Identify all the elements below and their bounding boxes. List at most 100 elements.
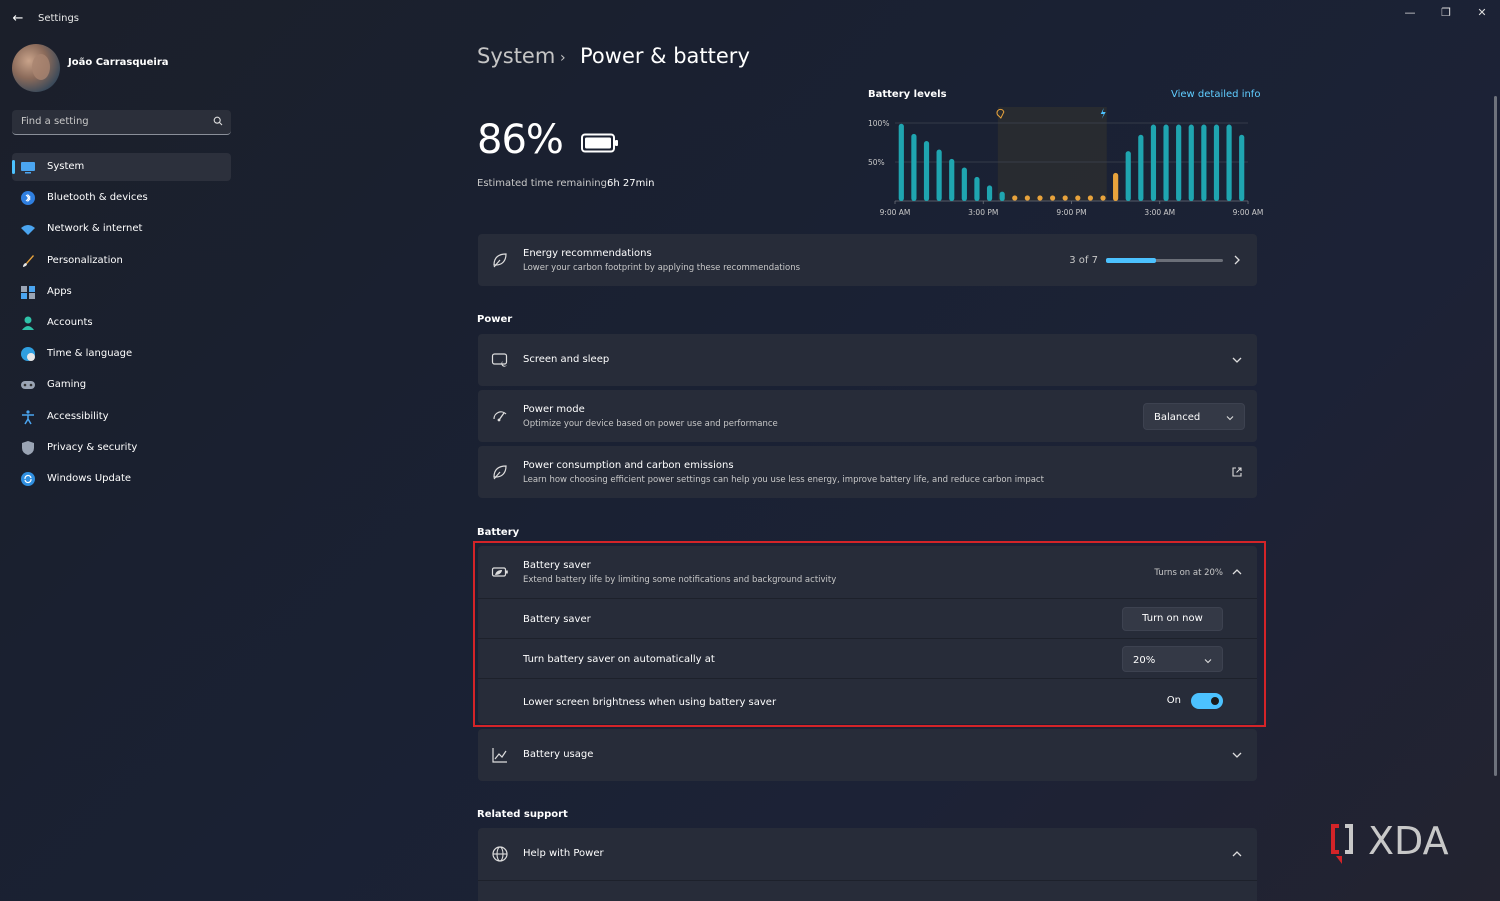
accessibility-icon (22, 409, 34, 424)
sidebar-item-accessibility[interactable]: Accessibility (12, 403, 231, 431)
brush-icon (23, 254, 34, 267)
chevron-down-icon (1232, 357, 1242, 363)
gamepad-icon (21, 381, 35, 390)
chart-bar (936, 149, 942, 201)
sidebar-item-apps[interactable]: Apps (12, 278, 231, 306)
bluetooth-icon (21, 191, 35, 206)
search-icon[interactable] (213, 116, 223, 126)
sidebar-item-label: Apps (47, 285, 72, 297)
power-mode-title: Power mode (523, 404, 585, 415)
power-mode-value: Balanced (1154, 412, 1201, 423)
chart-bar (1125, 151, 1131, 201)
sidebar-item-label: System (47, 161, 85, 172)
chevron-right-icon (1234, 255, 1240, 265)
power-consumption-title: Power consumption and carbon emissions (523, 460, 734, 471)
update-icon (21, 472, 35, 486)
screen-and-sleep-card[interactable]: Screen and sleep (478, 334, 1257, 386)
sidebar-item-label: Privacy & security (47, 441, 138, 453)
sidebar-item-label: Bluetooth & devices (47, 192, 148, 204)
power-consumption-subtitle: Learn how choosing efficient power setti… (523, 475, 1044, 485)
close-button[interactable]: ✕ (1470, 5, 1494, 21)
power-mode-subtitle: Optimize your device based on power use … (523, 419, 778, 429)
divider (478, 880, 1257, 881)
chart-bar (911, 133, 917, 201)
scrollbar[interactable] (1494, 96, 1497, 776)
chevron-down-icon (1232, 752, 1242, 758)
sidebar-item-label: Accounts (47, 317, 93, 328)
external-link-icon (1232, 467, 1242, 477)
y-tick-label: 50% (868, 158, 885, 167)
sidebar-item-windows-update[interactable]: Windows Update (12, 465, 231, 493)
power-consumption-card[interactable]: Power consumption and carbon emissions L… (478, 446, 1257, 498)
sidebar-item-bluetooth-devices[interactable]: Bluetooth & devices (12, 184, 231, 212)
apps-icon (21, 285, 35, 299)
back-arrow-icon[interactable]: ← (10, 11, 26, 27)
chart-title: Battery levels (868, 89, 947, 100)
sidebar-item-network-internet[interactable]: Network & internet (12, 215, 231, 243)
highlight-box (473, 541, 1266, 727)
x-tick-label: 3:00 AM (1144, 208, 1175, 217)
x-tick-label: 3:00 PM (968, 208, 998, 217)
chart-bar (1113, 172, 1119, 201)
chevron-down-icon (1226, 416, 1234, 421)
globe-clock-icon (21, 347, 35, 362)
leaf-icon (493, 465, 507, 480)
wifi-icon (21, 225, 35, 236)
user-name[interactable]: João Carrasqueira (68, 57, 169, 68)
chevron-up-icon (1232, 851, 1242, 857)
screen-sleep-title: Screen and sleep (523, 354, 610, 365)
sidebar-item-label: Network & internet (47, 223, 143, 235)
recommendations-progress-fill (1106, 258, 1157, 263)
x-tick-label: 9:00 PM (1056, 208, 1086, 217)
chart-bar (1163, 124, 1169, 201)
title-bar: ← Settings — ❐ ✕ (0, 0, 1500, 36)
y-tick-label: 100% (868, 119, 889, 128)
estimated-time-label: Estimated time remaining: (477, 178, 611, 189)
minimize-button[interactable]: — (1398, 5, 1422, 21)
search-input[interactable]: Find a setting (12, 110, 231, 135)
view-detailed-info-link[interactable]: View detailed info (1171, 89, 1260, 100)
power-mode-card: Power mode Optimize your device based on… (478, 390, 1257, 442)
page-title: Power & battery (580, 44, 750, 68)
chart-bar (1188, 124, 1194, 201)
chart-bar (974, 176, 980, 201)
chart-bar (1075, 195, 1081, 201)
sidebar-item-label: Accessibility (47, 410, 109, 422)
active-indicator (12, 160, 15, 174)
battery-section-heading: Battery (477, 527, 520, 538)
leaf-icon (493, 253, 507, 268)
search-placeholder: Find a setting (21, 116, 89, 127)
sidebar-item-gaming[interactable]: Gaming (12, 371, 231, 399)
sidebar-item-system[interactable]: System (12, 153, 231, 181)
restore-button[interactable]: ❐ (1434, 5, 1458, 21)
estimated-time-value: 6h 27min (607, 178, 655, 189)
breadcrumb-system[interactable]: System (477, 44, 555, 68)
avatar[interactable] (12, 44, 60, 92)
chart-bar (1176, 124, 1182, 201)
energy-title: Energy recommendations (523, 248, 652, 259)
shield-icon (22, 440, 34, 455)
energy-subtitle: Lower your carbon footprint by applying … (523, 263, 801, 273)
battery-usage-card[interactable]: Battery usage (478, 729, 1257, 781)
xda-logo-watermark: XDA (1331, 820, 1449, 864)
sidebar-item-personalization[interactable]: Personalization (12, 247, 231, 275)
sidebar-item-privacy-security[interactable]: Privacy & security (12, 434, 231, 462)
sidebar-item-time-language[interactable]: Time & language (12, 340, 231, 368)
recommendations-progress (1106, 258, 1223, 263)
globe-icon (492, 846, 508, 862)
help-with-power-card[interactable]: Help with Power (478, 828, 1257, 901)
chart-bar (999, 191, 1005, 201)
sidebar-item-accounts[interactable]: Accounts (12, 309, 231, 337)
chart-bar (1012, 195, 1018, 201)
chart-bar (1049, 195, 1056, 201)
energy-recommendations-card[interactable]: Energy recommendations Lower your carbon… (478, 234, 1257, 286)
screen-sleep-icon (491, 353, 508, 367)
x-tick-label: 9:00 AM (880, 208, 911, 217)
chart-line-icon (492, 748, 507, 763)
x-tick-label: 9:00 AM (1233, 208, 1264, 217)
power-mode-dropdown[interactable]: Balanced (1143, 403, 1245, 430)
battery-icon (581, 133, 618, 153)
power-section-heading: Power (477, 314, 513, 325)
xda-logo-text: XDA (1368, 820, 1449, 863)
discharge-region (997, 107, 1107, 201)
